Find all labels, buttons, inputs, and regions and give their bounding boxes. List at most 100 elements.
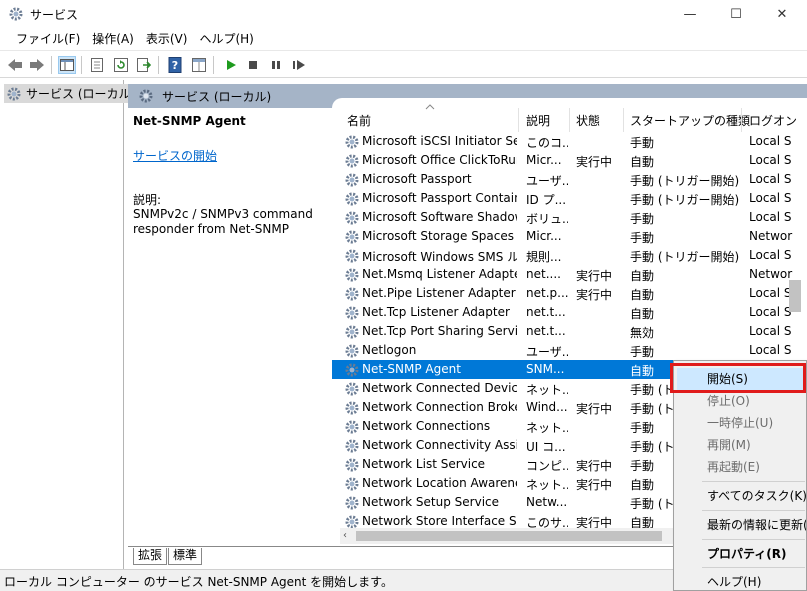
menu-item-all-tasks[interactable]: すべてのタスク(K) [674,485,806,507]
service-row[interactable]: Microsoft Windows SMS ル... 規則... 手動 (トリガー開… [332,246,807,265]
service-status-cell: 実行中 [576,402,613,416]
close-button[interactable]: ✕ [759,0,805,28]
service-row[interactable]: Microsoft iSCSI Initiator Ser... このコ... 手動… [332,132,807,151]
service-desc-cell: ユーザ... [526,345,568,359]
service-status-cell: 実行中 [576,155,613,169]
service-gear-icon [344,248,360,264]
service-gear-icon [344,267,360,283]
service-name-cell: Microsoft Office ClickToRun... [362,153,517,167]
column-header-status[interactable]: 状態 [576,112,600,129]
service-startup-cell: 手動 (トリガー開始) [630,174,740,188]
stop-service-icon[interactable] [244,56,262,74]
service-desc-cell: ボリュ... [526,212,568,226]
service-desc-cell: net.p... [526,286,568,300]
menu-item-help[interactable]: ヘルプ(H) [674,571,806,591]
tab-extended[interactable]: 拡張 [133,548,168,565]
menu-file[interactable]: ファイル(F) [10,28,86,50]
service-status-cell: 実行中 [576,478,613,492]
tree-item-services-local[interactable]: サービス (ローカル) [4,84,140,103]
service-name-cell: Net-SNMP Agent [362,362,461,376]
service-row[interactable]: Net.Msmq Listener Adapter net.... 実行中 自動 Net… [332,265,807,284]
service-name-cell: Microsoft Storage Spaces S... [362,229,517,243]
menu-view[interactable]: 表示(V) [140,28,194,50]
resume-service-icon[interactable] [290,56,308,74]
show-tree-icon[interactable] [58,56,76,74]
maximize-button[interactable]: ☐ [713,0,759,28]
menu-item-stop[interactable]: 停止(O) [674,390,806,412]
menu-action[interactable]: 操作(A) [86,28,140,50]
service-logon-cell: Local S [749,248,792,262]
properties-sheet-icon[interactable] [88,56,106,74]
view-pane-icon[interactable] [190,56,208,74]
service-name-cell: Netlogon [362,343,417,357]
service-name-cell: Net.Tcp Port Sharing Service [362,324,517,338]
back-arrow-icon[interactable] [6,56,24,74]
menu-item-pause[interactable]: 一時停止(U) [674,412,806,434]
service-logon-cell: Local S [749,134,792,148]
service-name-cell: Microsoft Passport Container [362,191,517,205]
vertical-scroll-thumb[interactable] [789,280,801,312]
service-startup-cell: 無効 [630,326,655,340]
service-row[interactable]: Microsoft Passport Container ID プ... 手動 (ト… [332,189,807,208]
service-startup-cell: 自動 [630,288,655,302]
menu-item-properties[interactable]: プロパティ(R) [674,543,806,565]
service-logon-cell: Local S [749,153,792,167]
help-book-icon[interactable]: ? [166,56,184,74]
service-row[interactable]: Netlogon ユーザ... 手動 Local S [332,341,807,360]
column-header-startup-type[interactable]: スタートアップの種類 [630,112,750,129]
service-row[interactable]: Microsoft Software Shadow... ボリュ... 手動 Loca… [332,208,807,227]
start-service-icon[interactable] [222,56,240,74]
highlight-box [670,363,806,393]
pause-service-icon[interactable] [267,56,285,74]
service-row[interactable]: Microsoft Storage Spaces S... Micr... 手動 Ne… [332,227,807,246]
navigation-tree [0,80,124,569]
service-logon-cell: Local S [749,191,792,205]
refresh-icon[interactable] [112,56,130,74]
service-row[interactable]: Net.Pipe Listener Adapter net.p... 実行中 自動 Lo… [332,284,807,303]
service-desc-cell: UI コ... [526,440,566,454]
service-desc-cell: net.t... [526,305,566,319]
services-gear-icon [139,89,153,103]
service-gear-icon [344,305,360,321]
menu-item-refresh[interactable]: 最新の情報に更新(F) [674,514,806,536]
service-row[interactable]: Net.Tcp Port Sharing Service net.t... 無効 Lo… [332,322,807,341]
service-row[interactable]: Microsoft Office ClickToRun... Micr... 実行中… [332,151,807,170]
service-gear-icon [344,457,360,473]
detail-pane [128,108,332,545]
service-gear-icon [344,343,360,359]
service-desc-cell: ユーザ... [526,174,568,188]
column-header-description[interactable]: 説明 [526,112,550,129]
horizontal-scroll-thumb[interactable] [356,531,662,541]
service-startup-cell: 自動 [630,269,655,283]
service-startup-cell: 手動 [630,345,655,359]
service-gear-icon [344,324,360,340]
service-logon-cell: Local S [749,210,792,224]
scroll-left-icon[interactable]: ‹ [343,530,347,541]
export-list-icon[interactable] [135,56,153,74]
tab-standard[interactable]: 標準 [168,548,203,565]
service-row[interactable]: Microsoft Passport ユーザ... 手動 (トリガー開始) Local… [332,170,807,189]
service-name-cell: Microsoft Software Shadow... [362,210,517,224]
service-desc-cell: コンピ... [526,459,568,473]
start-service-link[interactable]: サービスの開始 [133,147,217,164]
service-name-cell: Network Connections [362,419,491,433]
service-startup-cell: 自動 [630,307,655,321]
service-gear-icon [344,476,360,492]
pane-header-title: サービス (ローカル) [162,90,272,104]
menu-item-resume[interactable]: 再開(M) [674,434,806,456]
menu-help[interactable]: ヘルプ(H) [193,28,259,50]
menu-item-restart[interactable]: 再起動(E) [674,456,806,478]
service-row[interactable]: Net.Tcp Listener Adapter net.t... 自動 Local … [332,303,807,322]
service-desc-cell: ネット... [526,383,568,397]
column-header-name[interactable]: 名前 [347,112,371,129]
minimize-button[interactable]: — [667,0,713,28]
forward-arrow-icon[interactable] [28,56,46,74]
service-gear-icon [344,495,360,511]
service-desc-cell: 規則... [526,250,562,264]
service-desc-cell: Micr... [526,229,562,243]
service-name-cell: Network List Service [362,457,486,471]
toolbar: ? [0,50,807,78]
column-header-logon[interactable]: ログオン [749,112,797,129]
svg-text:?: ? [172,59,178,72]
tree-item-label: サービス (ローカル) [26,87,136,101]
